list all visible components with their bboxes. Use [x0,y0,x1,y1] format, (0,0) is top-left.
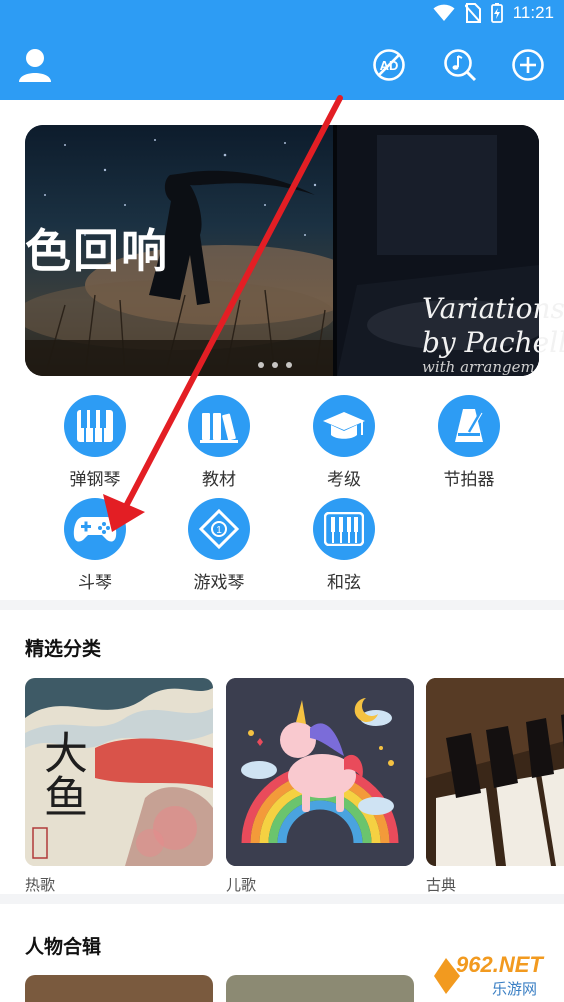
people-card[interactable] [226,975,414,1002]
feature-piano-battle[interactable]: 斗琴 [33,498,157,593]
banner-subtitle-line3: with arrangem [422,358,535,376]
feature-piano[interactable]: 弹钢琴 [33,395,157,490]
svg-text:1: 1 [216,525,222,536]
feature-label: 教材 [202,470,236,490]
app-bar: AD [0,32,564,100]
banner-subtitle-line2: by Pachell [422,326,564,359]
add-icon[interactable] [511,48,545,82]
carousel-dot [272,362,278,368]
music-search-icon[interactable] [443,48,477,82]
no-sim-icon [464,3,481,23]
watermark-logo: 962.NET 乐游网 [426,950,564,1002]
section-divider [0,894,564,904]
status-time: 11:21 [512,3,554,22]
feature-chord[interactable]: 和弦 [282,498,406,593]
feature-label: 和弦 [327,573,361,593]
carousel-dot [286,362,292,368]
feature-label: 斗琴 [78,573,112,593]
banner-title: 色回响 [25,224,169,278]
books-icon [200,413,238,443]
feature-game-piano[interactable]: 1 游戏琴 [157,498,281,593]
carousel-dot [258,362,264,368]
metronome-icon [455,409,483,442]
feature-metronome[interactable]: 节拍器 [407,395,531,490]
people-card[interactable] [25,975,213,1002]
battery-icon [490,3,503,23]
feature-label: 节拍器 [443,470,495,490]
rhythm-tile-icon: 1 [199,509,239,549]
banner-subtitle-line1: Variations [422,292,564,325]
section-divider [0,600,564,610]
featured-categories-title: 精选分类 [25,638,102,660]
status-bar: 11:21 [0,0,564,32]
category-card-kids[interactable] [226,678,414,866]
watermark-text: 962.NET [456,952,543,977]
chord-keys-icon [324,512,364,546]
graduation-cap-icon [323,412,365,439]
category-label: 儿歌 [226,876,257,894]
carousel-indicator [258,362,292,368]
feature-label: 游戏琴 [193,573,245,593]
category-card-hot[interactable]: 大鱼 [25,678,213,866]
category-card-classical[interactable] [426,678,564,866]
feature-label: 考级 [327,470,361,490]
gamepad-icon [73,517,117,542]
feature-label: 弹钢琴 [69,470,121,490]
ad-free-icon[interactable]: AD [372,48,406,82]
piano-keys-icon [77,410,113,442]
feature-exam[interactable]: 考级 [282,395,406,490]
category-label: 古典 [426,876,457,894]
wifi-icon [433,4,455,21]
watermark-subtext: 乐游网 [492,980,538,998]
feature-textbook[interactable]: 教材 [157,395,281,490]
user-avatar-icon[interactable] [16,46,54,84]
people-collections-title: 人物合辑 [25,936,102,958]
category-cover-text: 大鱼 [36,730,87,818]
category-label: 热歌 [25,876,56,894]
